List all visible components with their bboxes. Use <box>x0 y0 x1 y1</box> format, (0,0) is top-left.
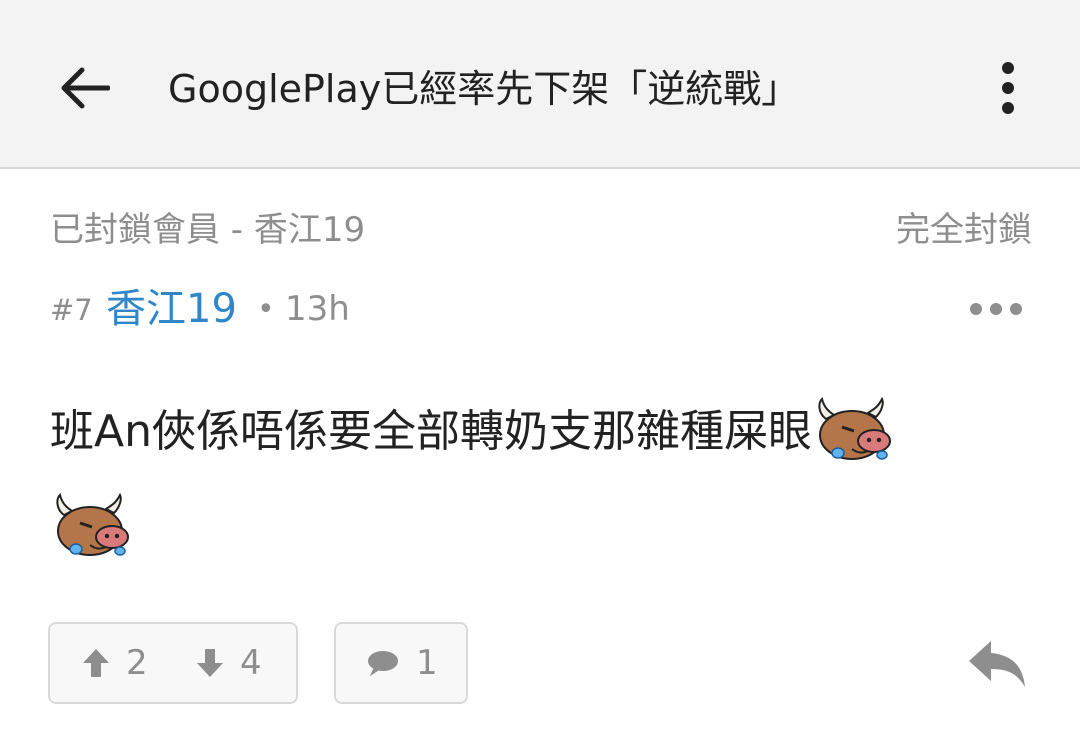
comments-button[interactable]: 1 <box>334 622 468 704</box>
post-number: #7 <box>50 293 93 327</box>
quote-reply-button[interactable] <box>962 634 1032 694</box>
block-all-button[interactable]: 完全封鎖 <box>896 208 1032 252</box>
upvote-button[interactable]: 2 <box>82 642 148 684</box>
arrow-down-icon <box>197 649 223 677</box>
more-horizontal-icon-dot <box>1010 303 1022 315</box>
post-text: 班An俠係唔係要全部轉奶支那雜種屎眼 <box>50 406 812 457</box>
overflow-menu-button[interactable] <box>984 56 1032 120</box>
arrow-up-icon <box>83 649 109 677</box>
more-vertical-icon <box>1002 62 1014 114</box>
speech-bubble-icon <box>368 651 398 676</box>
content-line: 班An俠係唔係要全部轉奶支那雜種屎眼 <box>50 384 1040 480</box>
reply-arrow-icon <box>969 641 1025 687</box>
app-bar: GooglePlay已經率先下架「逆統戰」 <box>0 0 1080 169</box>
comments-inner: 1 <box>366 642 438 684</box>
meta-separator: • <box>257 292 275 327</box>
more-horizontal-icon-dot <box>970 303 982 315</box>
arrow-left-icon <box>61 67 110 109</box>
crying-bull-emoji-icon <box>50 493 134 563</box>
downvote-button[interactable]: 4 <box>196 642 262 684</box>
upvote-count: 2 <box>126 643 148 683</box>
post-time: 13h <box>285 289 350 329</box>
crying-bull-emoji-icon <box>812 397 896 467</box>
blocked-member-label: 已封鎖會員 - 香江19 <box>50 210 366 250</box>
author-link[interactable]: 香江19 <box>106 284 237 334</box>
vote-box: 2 4 <box>48 622 298 704</box>
downvote-count: 4 <box>240 643 262 683</box>
content-line <box>50 480 1040 576</box>
reply-count: 1 <box>416 643 438 683</box>
blocked-notice: 已封鎖會員 - 香江19 完全封鎖 <box>50 208 1032 252</box>
page-title: GooglePlay已經率先下架「逆統戰」 <box>168 67 800 111</box>
back-button[interactable] <box>52 56 116 120</box>
post-options-button[interactable] <box>970 296 1022 322</box>
more-horizontal-icon-dot <box>990 303 1002 315</box>
post-meta: #7 香江19 • 13h <box>50 284 1032 334</box>
post-content: 班An俠係唔係要全部轉奶支那雜種屎眼 <box>50 384 1040 576</box>
